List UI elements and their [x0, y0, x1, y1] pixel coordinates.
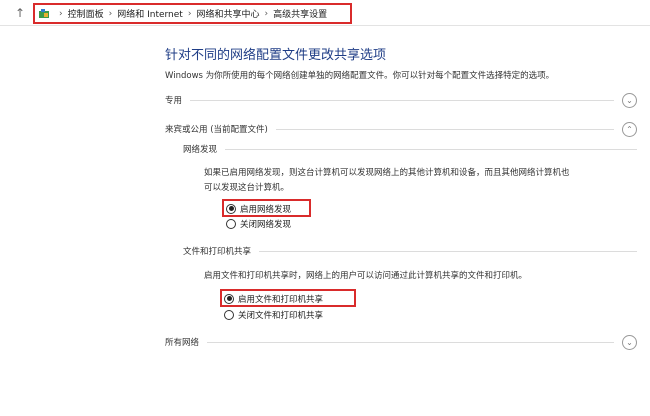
divider — [225, 148, 637, 150]
divider — [207, 341, 614, 343]
network-discovery-header: 网络发现 — [183, 142, 637, 156]
radio-label[interactable]: 启用文件和打印机共享 — [238, 293, 323, 305]
chevron-up-icon[interactable]: ⌃ — [622, 121, 637, 137]
address-bar: ↑ › 控制面板 › 网络和 Internet › 网络和共享中心 › 高级共享… — [0, 0, 650, 26]
breadcrumb-item-network-internet[interactable]: 网络和 Internet — [117, 7, 183, 20]
network-discovery-description-line: 可以发现这台计算机。 — [204, 183, 290, 193]
radio-label[interactable]: 启用网络发现 — [240, 203, 291, 215]
radio-network-discovery-off[interactable]: 关闭网络发现 — [226, 216, 291, 231]
radio-network-discovery-on[interactable]: 启用网络发现 — [226, 201, 291, 216]
radio-label[interactable]: 关闭文件和打印机共享 — [238, 309, 323, 321]
chevron-down-icon[interactable]: ⌄ — [622, 92, 637, 108]
chevron-right-icon: › — [59, 8, 63, 19]
divider — [190, 99, 614, 101]
profile-private[interactable]: 专用 ⌄ — [165, 91, 637, 109]
divider — [259, 250, 637, 252]
radio-label[interactable]: 关闭网络发现 — [240, 218, 291, 230]
chevron-right-icon: › — [187, 8, 192, 19]
page-description: Windows 为你所使用的每个网络创建单独的网络配置文件。你可以针对每个配置文… — [165, 71, 555, 81]
radio-file-sharing-on[interactable]: 启用文件和打印机共享 — [224, 291, 323, 306]
radio-button[interactable] — [226, 203, 236, 214]
page-title: 针对不同的网络配置文件更改共享选项 — [165, 48, 387, 63]
radio-file-sharing-off[interactable]: 关闭文件和打印机共享 — [224, 307, 323, 322]
file-printer-sharing-header: 文件和打印机共享 — [183, 244, 637, 258]
profile-all-networks[interactable]: 所有网络 ⌄ — [165, 333, 637, 351]
profile-private-label: 专用 — [165, 96, 183, 106]
breadcrumb-item-advanced-sharing[interactable]: 高级共享设置 — [273, 7, 327, 20]
radio-button[interactable] — [226, 218, 236, 229]
network-discovery-description-line: 如果已启用网络发现，则这台计算机可以发现网络上的其他计算机和设备，而且其他网络计… — [204, 168, 570, 178]
network-discovery-heading: 网络发现 — [183, 145, 218, 155]
breadcrumb-item-network-sharing-center[interactable]: 网络和共享中心 — [196, 7, 259, 20]
chevron-right-icon: › — [264, 8, 269, 19]
profile-guest-public-label: 来宾或公用 (当前配置文件) — [165, 125, 268, 135]
control-panel-icon — [39, 8, 49, 18]
network-discovery-description: 如果已启用网络发现，则这台计算机可以发现网络上的其他计算机和设备，而且其他网络计… — [204, 166, 570, 196]
up-arrow-icon[interactable]: ↑ — [15, 6, 25, 20]
divider — [275, 128, 614, 130]
chevron-down-icon[interactable]: ⌄ — [622, 334, 637, 350]
profile-guest-public[interactable]: 来宾或公用 (当前配置文件) ⌃ — [165, 120, 637, 138]
file-printer-sharing-heading: 文件和打印机共享 — [183, 247, 252, 257]
breadcrumb-item-control-panel[interactable]: 控制面板 — [68, 7, 104, 20]
chevron-right-icon: › — [108, 8, 113, 19]
profile-all-networks-label: 所有网络 — [165, 338, 200, 348]
radio-button[interactable] — [224, 309, 234, 320]
radio-button[interactable] — [224, 293, 234, 304]
breadcrumb[interactable]: › 控制面板 › 网络和 Internet › 网络和共享中心 › 高级共享设置 — [33, 3, 352, 24]
file-printer-sharing-description: 启用文件和打印机共享时，网络上的用户可以访问通过此计算机共享的文件和打印机。 — [204, 271, 528, 281]
